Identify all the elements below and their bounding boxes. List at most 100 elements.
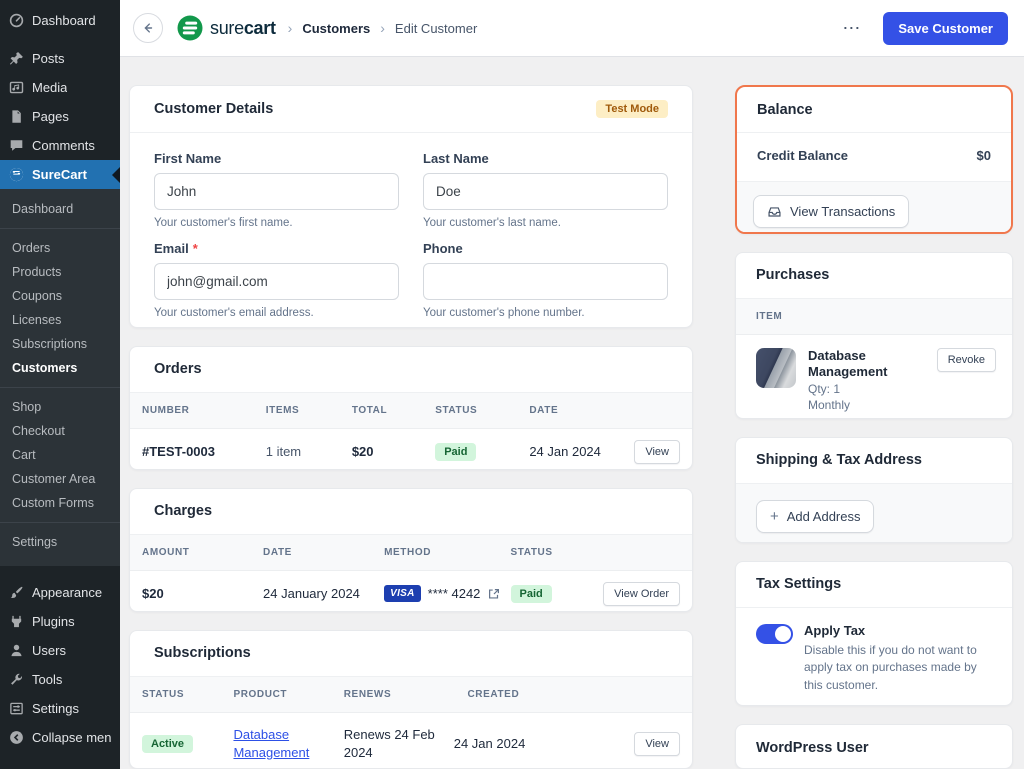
- balance-card: Balance Credit Balance $0 View Transacti…: [735, 85, 1013, 234]
- view-order-button[interactable]: View Order: [603, 582, 680, 606]
- sidebar-item-posts[interactable]: Posts: [0, 44, 120, 73]
- subscription-action-cell: View: [561, 732, 680, 756]
- settings-icon: [9, 701, 24, 716]
- sidebar-subitem-customers[interactable]: Customers: [0, 356, 120, 380]
- surecart-logo[interactable]: surecart: [177, 15, 276, 41]
- order-action-cell: View: [626, 440, 680, 464]
- sidebar-item-label: Comments: [32, 138, 95, 153]
- sidebar-subitem-checkout[interactable]: Checkout: [0, 419, 120, 443]
- field-label: Email*: [154, 241, 399, 256]
- order-date: 24 Jan 2024: [529, 444, 626, 459]
- subscriptions-table-header: STATUS PRODUCT RENEWS CREATED: [130, 677, 692, 713]
- page-content: Customer Details Test Mode First Name Yo…: [120, 57, 1024, 769]
- card-title: Shipping & Tax Address: [756, 452, 922, 468]
- sidebar-subitem-dashboard[interactable]: Dashboard: [0, 197, 120, 221]
- product-link[interactable]: Database Management: [233, 726, 338, 761]
- sidebar-item-label: Media: [32, 80, 67, 95]
- test-mode-badge: Test Mode: [596, 100, 668, 118]
- dashboard-icon: [9, 13, 24, 28]
- order-items: 1 item: [266, 444, 352, 459]
- revoke-button[interactable]: Revoke: [937, 348, 996, 372]
- purchase-product-name: Database Management: [808, 348, 903, 381]
- apply-tax-text: Apply Tax Disable this if you do not wan…: [804, 623, 992, 694]
- sidebar-item-surecart[interactable]: SureCart: [0, 160, 120, 189]
- brand-first: sure: [210, 18, 244, 38]
- apply-tax-label: Apply Tax: [804, 623, 992, 638]
- card-title: Orders: [154, 361, 202, 377]
- sidebar-item-comments[interactable]: Comments: [0, 131, 120, 160]
- sidebar-subitem-licenses[interactable]: Licenses: [0, 308, 120, 332]
- sidebar-item-settings[interactable]: Settings: [0, 694, 120, 723]
- breadcrumb-edit-customer: Edit Customer: [395, 21, 477, 36]
- column-header: CREATED: [467, 689, 575, 700]
- field-label-text: Phone: [423, 241, 463, 256]
- order-total: $20: [352, 444, 435, 459]
- sidebar-item-plugins[interactable]: Plugins: [0, 607, 120, 636]
- breadcrumb-customers[interactable]: Customers: [302, 21, 370, 36]
- subscriptions-card: Subscriptions STATUS PRODUCT RENEWS CREA…: [129, 630, 693, 769]
- email-field[interactable]: [154, 263, 399, 300]
- customer-details-header: Customer Details Test Mode: [130, 86, 692, 133]
- card-last4: **** 4242: [428, 586, 481, 601]
- orders-card: Orders NUMBER ITEMS TOTAL STATUS DATE #T…: [129, 346, 693, 470]
- add-address-button[interactable]: + Add Address: [756, 500, 874, 533]
- purchase-qty: Qty: 1: [808, 382, 925, 396]
- credit-balance-amount: $0: [977, 148, 991, 163]
- more-options-button[interactable]: ⋯: [842, 18, 861, 39]
- save-customer-button[interactable]: Save Customer: [883, 12, 1008, 45]
- phone-field[interactable]: [423, 263, 668, 300]
- sidebar-item-label: Appearance: [32, 585, 102, 600]
- column-header: ITEM: [756, 311, 782, 322]
- external-link-icon[interactable]: [487, 587, 501, 601]
- sidebar-item-label: Posts: [32, 51, 65, 66]
- sidebar-subitem-cart[interactable]: Cart: [0, 443, 120, 467]
- view-subscription-button[interactable]: View: [634, 732, 680, 756]
- tax-settings-body: Apply Tax Disable this if you do not wan…: [736, 608, 1012, 706]
- sidebar-item-media[interactable]: Media: [0, 73, 120, 102]
- credit-balance-row: Credit Balance $0: [737, 133, 1011, 181]
- purchases-header: Purchases: [736, 253, 1012, 299]
- sidebar-subitem-custom-forms[interactable]: Custom Forms: [0, 491, 120, 515]
- media-icon: [9, 80, 24, 95]
- apply-tax-toggle[interactable]: [756, 624, 793, 644]
- phone-group: Phone Your customer's phone number.: [423, 241, 668, 319]
- field-label-text: Last Name: [423, 151, 489, 166]
- card-title: WordPress User: [756, 740, 869, 756]
- sidebar-subitem-settings[interactable]: Settings: [0, 530, 120, 554]
- view-transactions-button[interactable]: View Transactions: [753, 195, 909, 228]
- field-label-text: First Name: [154, 151, 221, 166]
- collapse-menu-button[interactable]: Collapse menu: [0, 723, 120, 752]
- surecart-logo-icon: [177, 15, 203, 41]
- wrench-icon: [9, 672, 24, 687]
- paid-status-badge: Paid: [435, 443, 476, 461]
- sidebar-subitem-subscriptions[interactable]: Subscriptions: [0, 332, 120, 356]
- last-name-field[interactable]: [423, 173, 668, 210]
- surecart-submenu: Dashboard Orders Products Coupons Licens…: [0, 189, 120, 566]
- sidebar-item-appearance[interactable]: Appearance: [0, 578, 120, 607]
- sidebar-item-users[interactable]: Users: [0, 636, 120, 665]
- shipping-header: Shipping & Tax Address: [736, 438, 1012, 484]
- sidebar-subitem-customer-area[interactable]: Customer Area: [0, 467, 120, 491]
- sidebar-subitem-orders[interactable]: Orders: [0, 236, 120, 260]
- field-label: Phone: [423, 241, 668, 256]
- purchase-item-row: Database Management Qty: 1 Monthly Revok…: [736, 335, 1012, 419]
- charge-action-cell: View Order: [580, 582, 680, 606]
- submenu-separator: [0, 522, 120, 523]
- card-title: Subscriptions: [154, 645, 251, 661]
- column-header: AMOUNT: [142, 547, 263, 558]
- sidebar-item-pages[interactable]: Pages: [0, 102, 120, 131]
- wp-admin-sidebar: Dashboard Posts Media Pages Comments Sur…: [0, 0, 120, 769]
- sidebar-item-dashboard[interactable]: Dashboard: [0, 6, 120, 35]
- submenu-separator: [0, 387, 120, 388]
- active-menu-arrow: [112, 167, 120, 183]
- back-button[interactable]: [133, 13, 163, 43]
- first-name-field[interactable]: [154, 173, 399, 210]
- card-title: Charges: [154, 503, 212, 519]
- sidebar-item-tools[interactable]: Tools: [0, 665, 120, 694]
- sidebar-subitem-products[interactable]: Products: [0, 260, 120, 284]
- sidebar-subitem-shop[interactable]: Shop: [0, 395, 120, 419]
- sidebar-subitem-coupons[interactable]: Coupons: [0, 284, 120, 308]
- view-order-button[interactable]: View: [634, 440, 680, 464]
- charge-status-cell: Paid: [511, 585, 581, 603]
- user-icon: [9, 643, 24, 658]
